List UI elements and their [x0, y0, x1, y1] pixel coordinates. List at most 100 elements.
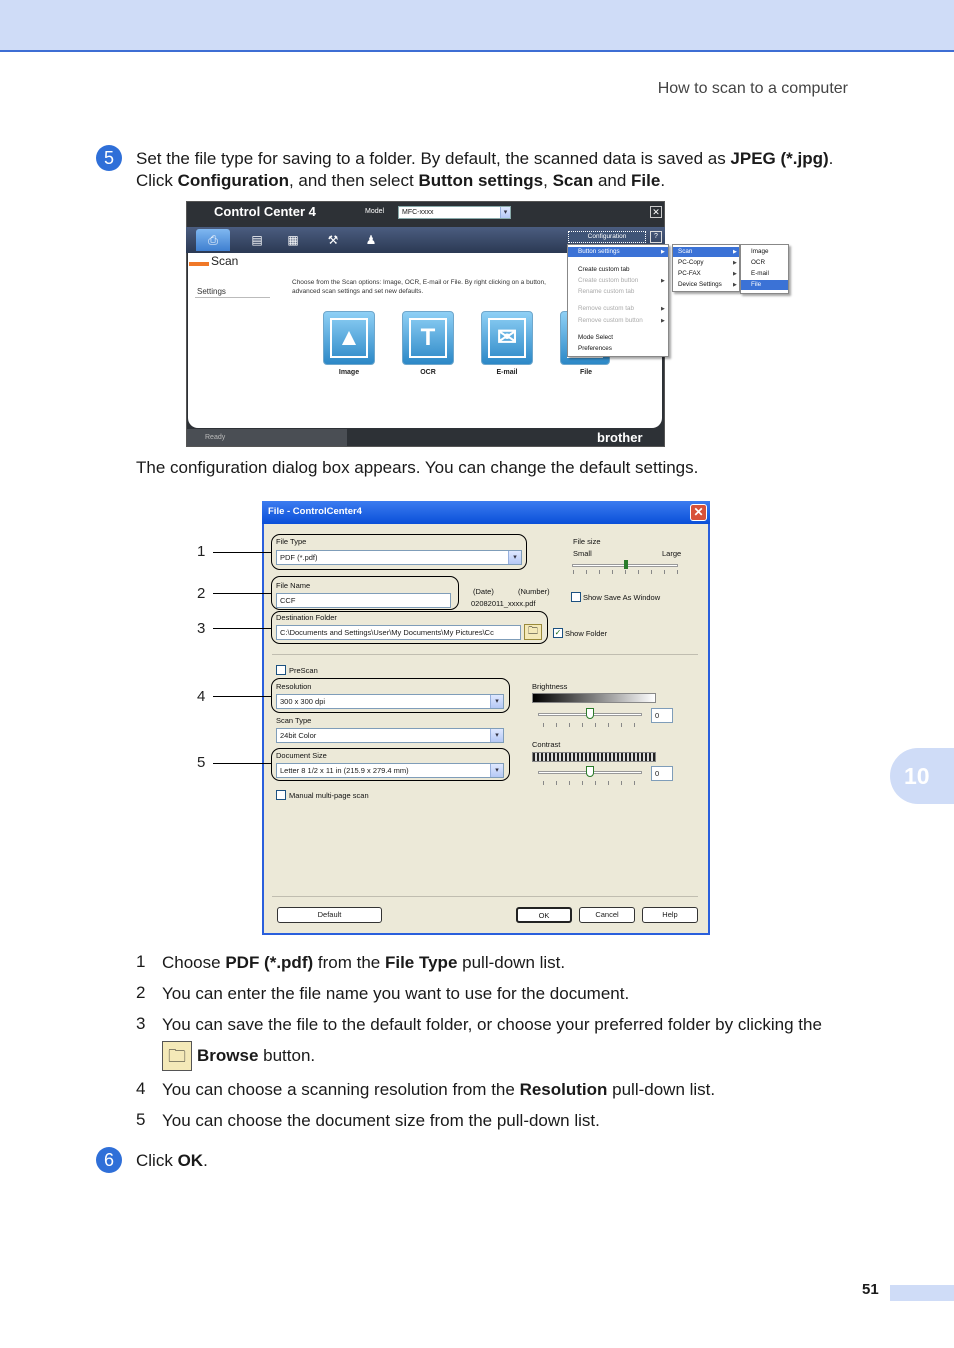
target-item-image[interactable]: Image [741, 247, 769, 257]
step-5-configuration: Configuration [177, 171, 289, 190]
tab-pc-copy[interactable]: ▦ [276, 229, 310, 251]
page-number-bar [890, 1285, 954, 1301]
contrast-label: Contrast [532, 740, 561, 749]
image-button[interactable]: ▲ [323, 311, 375, 365]
footer-divider [272, 896, 698, 897]
list-number-3: 3 [136, 1014, 146, 1033]
list-bold: Browse [197, 1046, 259, 1065]
ocr-button[interactable]: T [402, 311, 454, 365]
list-text: button. [258, 1046, 316, 1065]
chevron-down-icon: ▾ [490, 729, 503, 742]
callout-leader-4 [213, 696, 271, 697]
email-button[interactable]: ✉ [481, 311, 533, 365]
list-text: from the [313, 953, 385, 972]
show-folder-checkbox[interactable]: ✓ [553, 628, 563, 638]
tab-support[interactable]: ♟ [354, 229, 388, 251]
list-item-4: You can choose a scanning resolution fro… [162, 1079, 902, 1101]
step-5-text: . [660, 171, 666, 190]
step-6-period: . [203, 1151, 208, 1170]
tab-device-settings[interactable]: ⚒ [316, 229, 350, 251]
list-item-3-browse: Browse button. [197, 1045, 315, 1067]
page-number: 51 [862, 1281, 879, 1298]
step-6-badge: 6 [96, 1147, 122, 1173]
ocr-icon: T [409, 318, 447, 358]
default-button[interactable]: Default [277, 907, 382, 923]
contrast-slider-thumb[interactable] [586, 766, 594, 777]
contrast-pattern [532, 752, 656, 762]
tab-pc-fax[interactable]: ▤ [240, 229, 274, 251]
step-5-text: . [828, 149, 834, 168]
menu-item-button-settings[interactable]: Button settings [568, 247, 668, 257]
step-5-badge: 5 [96, 145, 122, 171]
cc4-close-button[interactable]: ✕ [650, 206, 662, 218]
file-size-slider-thumb[interactable] [624, 560, 628, 569]
brightness-input[interactable]: 0 [651, 708, 673, 723]
menu-item-mode-select[interactable]: Mode Select [568, 333, 613, 343]
callout-frame-5 [271, 748, 510, 781]
image-label: Image [338, 369, 360, 376]
submenu-item-pc-fax[interactable]: PC-FAX [673, 269, 701, 279]
browse-folder-icon: 🗀 [162, 1041, 192, 1071]
cancel-button[interactable]: Cancel [579, 907, 635, 923]
list-text: Choose [162, 953, 226, 972]
scan-target-submenu: Image OCR E-mail File [740, 244, 789, 294]
menu-item-create-custom-tab[interactable]: Create custom tab [568, 265, 629, 275]
configuration-button[interactable]: Configuration [568, 231, 646, 243]
scan-type-select[interactable]: 24bit Color ▾ [276, 728, 504, 743]
file-name-example: 02082011_xxxx.pdf [471, 599, 536, 608]
cc4-settings-link[interactable]: Settings [197, 287, 226, 296]
cc4-scan-heading: Scan [211, 254, 239, 268]
chevron-down-icon: ▾ [500, 207, 510, 218]
callout-leader-2 [213, 593, 271, 594]
target-item-ocr[interactable]: OCR [741, 258, 765, 268]
show-save-as-checkbox[interactable] [571, 592, 581, 602]
step-5-line-2: Click Configuration, and then select But… [136, 170, 896, 192]
dialog-close-button[interactable]: ✕ [690, 504, 707, 521]
person-icon: ♟ [365, 233, 377, 247]
chevron-right-icon: ▶ [733, 271, 737, 277]
tab-scan[interactable]: ⎙ [196, 229, 230, 251]
manual-multipage-label: Manual multi-page scan [289, 791, 369, 800]
chevron-right-icon: ▶ [733, 249, 737, 255]
chevron-right-icon: ▶ [733, 260, 737, 266]
callout-frame-3 [271, 611, 548, 644]
help-button[interactable]: ? [650, 231, 662, 243]
list-text: pull-down list. [607, 1080, 716, 1099]
cc4-model-value: MFC-xxxx [402, 209, 434, 216]
list-bold: File Type [384, 953, 458, 972]
scan-type-value: 24bit Color [280, 731, 317, 740]
menu-item-preferences[interactable]: Preferences [568, 344, 612, 354]
brother-logo: brother [597, 430, 643, 445]
callout-number-3: 3 [197, 620, 206, 637]
menu-item-create-custom-button: Create custom button [578, 277, 639, 284]
step-5-line-1: Set the file type for saving to a folder… [136, 148, 896, 170]
callout-number-1: 1 [197, 543, 206, 560]
brightness-slider-thumb[interactable] [586, 708, 594, 719]
cc4-model-select[interactable]: MFC-xxxx ▾ [398, 206, 511, 219]
prescan-checkbox[interactable] [276, 665, 286, 675]
list-item-1: Choose PDF (*.pdf) from the File Type pu… [162, 952, 902, 974]
list-item-2: You can enter the file name you want to … [162, 984, 630, 1003]
contrast-value: 0 [655, 769, 660, 778]
callout-number-5: 5 [197, 754, 206, 771]
submenu-item-pc-copy[interactable]: PC-Copy [673, 258, 704, 268]
contrast-input[interactable]: 0 [651, 766, 673, 781]
help-button[interactable]: Help [642, 907, 698, 923]
header-band [0, 0, 954, 52]
list-bold: Resolution [519, 1080, 608, 1099]
submenu-item-scan[interactable]: Scan [673, 247, 739, 257]
manual-multipage-checkbox[interactable] [276, 790, 286, 800]
scanner-icon: ⎙ [208, 233, 218, 247]
folder-icon: 🗀 [168, 1046, 186, 1066]
email-label: E-mail [496, 369, 518, 376]
date-label: (Date) [473, 587, 494, 596]
submenu-item-device-settings[interactable]: Device Settings [673, 280, 722, 290]
chevron-right-icon: ▶ [661, 249, 665, 255]
chevron-right-icon: ▶ [733, 282, 737, 288]
brightness-gradient [532, 693, 656, 703]
target-item-email[interactable]: E-mail [741, 269, 769, 279]
step-5-text: , and then select [288, 171, 419, 190]
target-item-file[interactable]: File [741, 280, 788, 290]
divider [195, 297, 270, 298]
ok-button[interactable]: OK [516, 907, 572, 923]
